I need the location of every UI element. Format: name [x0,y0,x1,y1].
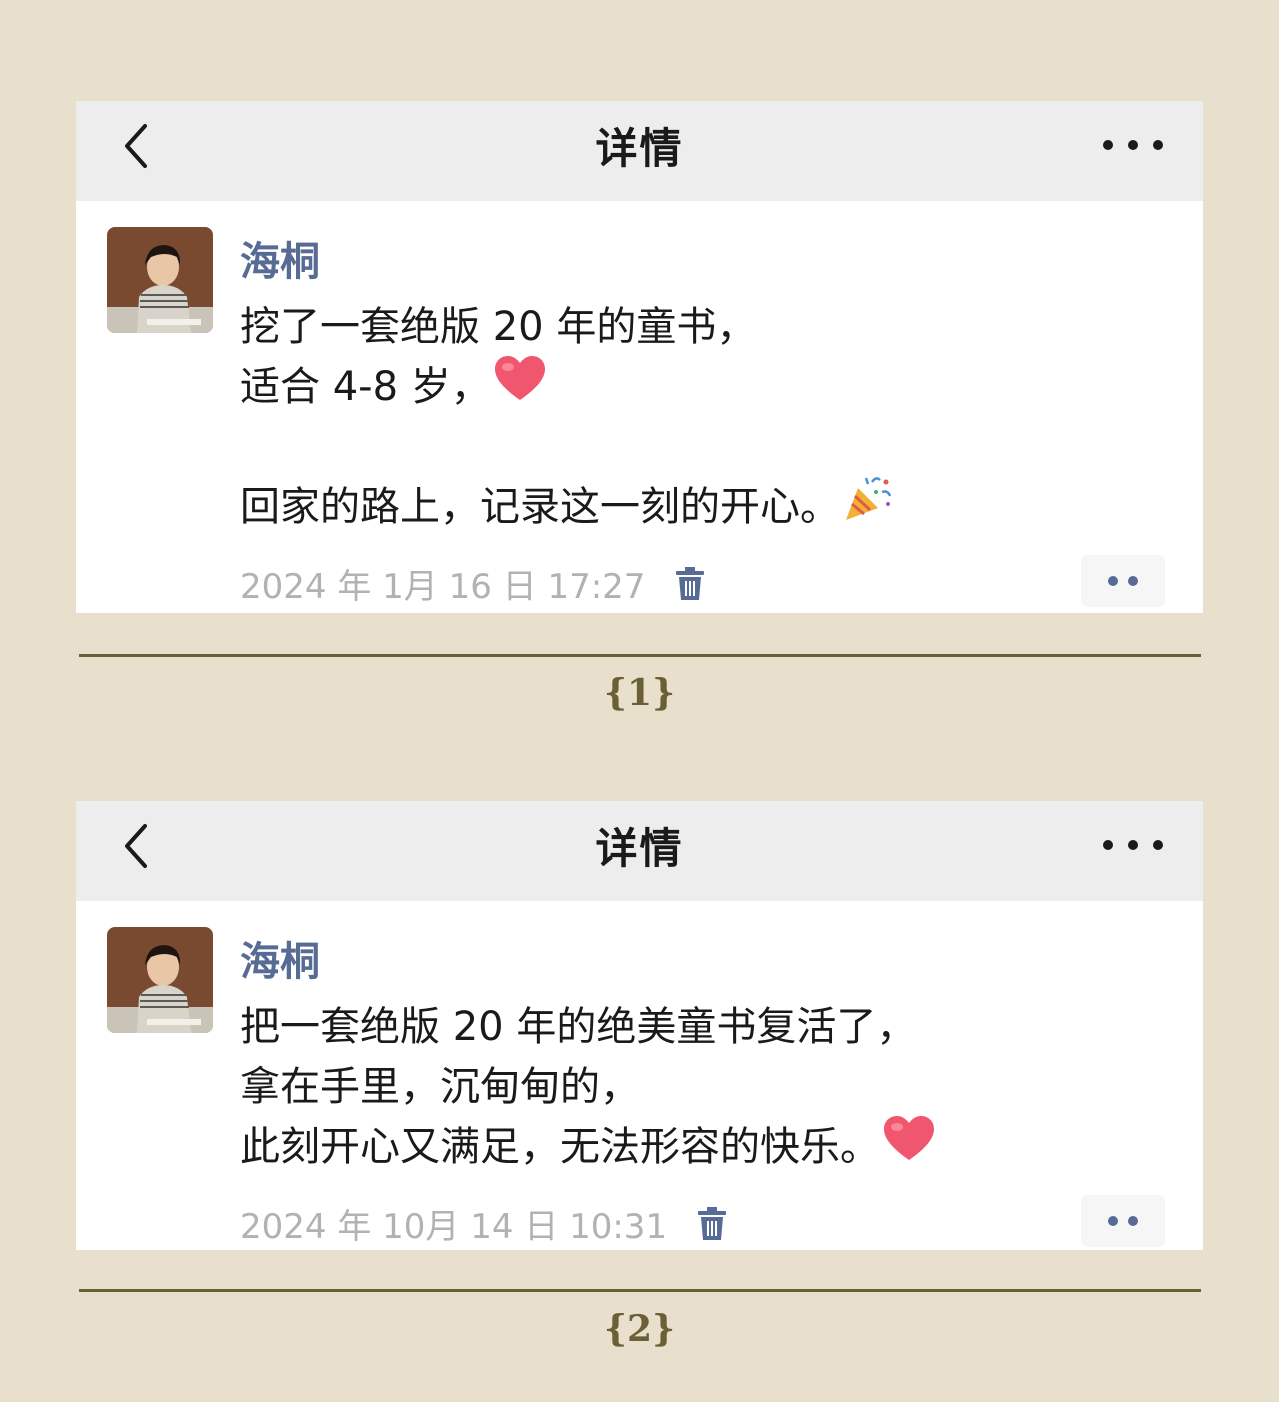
post-line: 把一套绝版 20 年的绝美童书复活了， [240,997,1143,1057]
post-text: 把一套绝版 20 年的绝美童书复活了， 拿在手里，沉甸甸的， 此刻开心又满足，无… [240,997,1143,1177]
trash-icon [676,566,705,600]
avatar[interactable] [107,927,213,1033]
comment-dots-icon [1108,1216,1118,1226]
post-meta: 2024 年 1月 16 日 17:27 [240,559,707,608]
post-line-blank [240,417,1143,477]
post-meta: 2024 年 10月 14 日 10:31 [240,1199,729,1248]
comment-dots-icon [1108,576,1118,586]
post-line-text: 把一套绝版 20 年的绝美童书复活了， [240,1004,917,1050]
more-dot [1128,140,1138,150]
divider [79,654,1201,657]
more-dot [1128,840,1138,850]
avatar[interactable] [107,227,213,333]
comment-button[interactable] [1081,1195,1165,1247]
party-popper-icon [842,474,894,541]
post-card-1: 详情 海桐 挖了一套绝版 20 年的童书， 适合 4-8 岁， 回家的路上，记录… [76,101,1203,613]
more-dot [1153,140,1163,150]
post-line: 挖了一套绝版 20 年的童书， [240,297,1143,357]
avatar-photo [107,927,213,1033]
avatar-photo [107,227,213,333]
post-line: 回家的路上，记录这一刻的开心。 [240,476,1143,537]
timestamp: 2024 年 1月 16 日 17:27 [240,567,646,607]
author-name[interactable]: 海桐 [240,929,320,987]
more-dot [1153,840,1163,850]
page-title: 详情 [595,123,684,173]
comment-dot [1128,1216,1138,1226]
divider [79,1289,1201,1292]
post-text: 挖了一套绝版 20 年的童书， 适合 4-8 岁， 回家的路上，记录这一刻的开心… [240,297,1143,537]
page-title: 详情 [595,823,684,873]
post-line: 适合 4-8 岁， [240,355,1143,420]
delete-button[interactable] [675,566,707,602]
comment-button[interactable] [1081,555,1165,607]
heart-icon [882,1115,936,1180]
trash-icon [698,1206,727,1240]
section-label: {1} [603,672,676,714]
post-line-text: 此刻开心又满足，无法形容的快乐。 [240,1124,880,1170]
author-name[interactable]: 海桐 [240,229,320,287]
post-line: 此刻开心又满足，无法形容的快乐。 [240,1115,1143,1180]
delete-button[interactable] [697,1206,729,1242]
post-line-text: 适合 4-8 岁， [240,364,491,410]
post-card-2: 详情 海桐 把一套绝版 20 年的绝美童书复活了， 拿在手里，沉甸甸的， 此刻开… [76,801,1203,1250]
heart-icon [493,355,547,420]
more-button[interactable] [1103,127,1163,163]
more-button[interactable] [1103,827,1163,863]
more-horizontal-icon [1103,840,1113,850]
nav-bar: 详情 [76,101,1203,201]
comment-dot [1128,576,1138,586]
section-label: {2} [603,1308,676,1350]
post-line-text: 拿在手里，沉甸甸的， [240,1064,640,1110]
post-line-text: 挖了一套绝版 20 年的童书， [240,304,757,350]
nav-bar: 详情 [76,801,1203,901]
more-horizontal-icon [1103,140,1113,150]
post-line: 拿在手里，沉甸甸的， [240,1057,1143,1117]
timestamp: 2024 年 10月 14 日 10:31 [240,1207,668,1247]
post-line-text: 回家的路上，记录这一刻的开心。 [240,484,840,530]
